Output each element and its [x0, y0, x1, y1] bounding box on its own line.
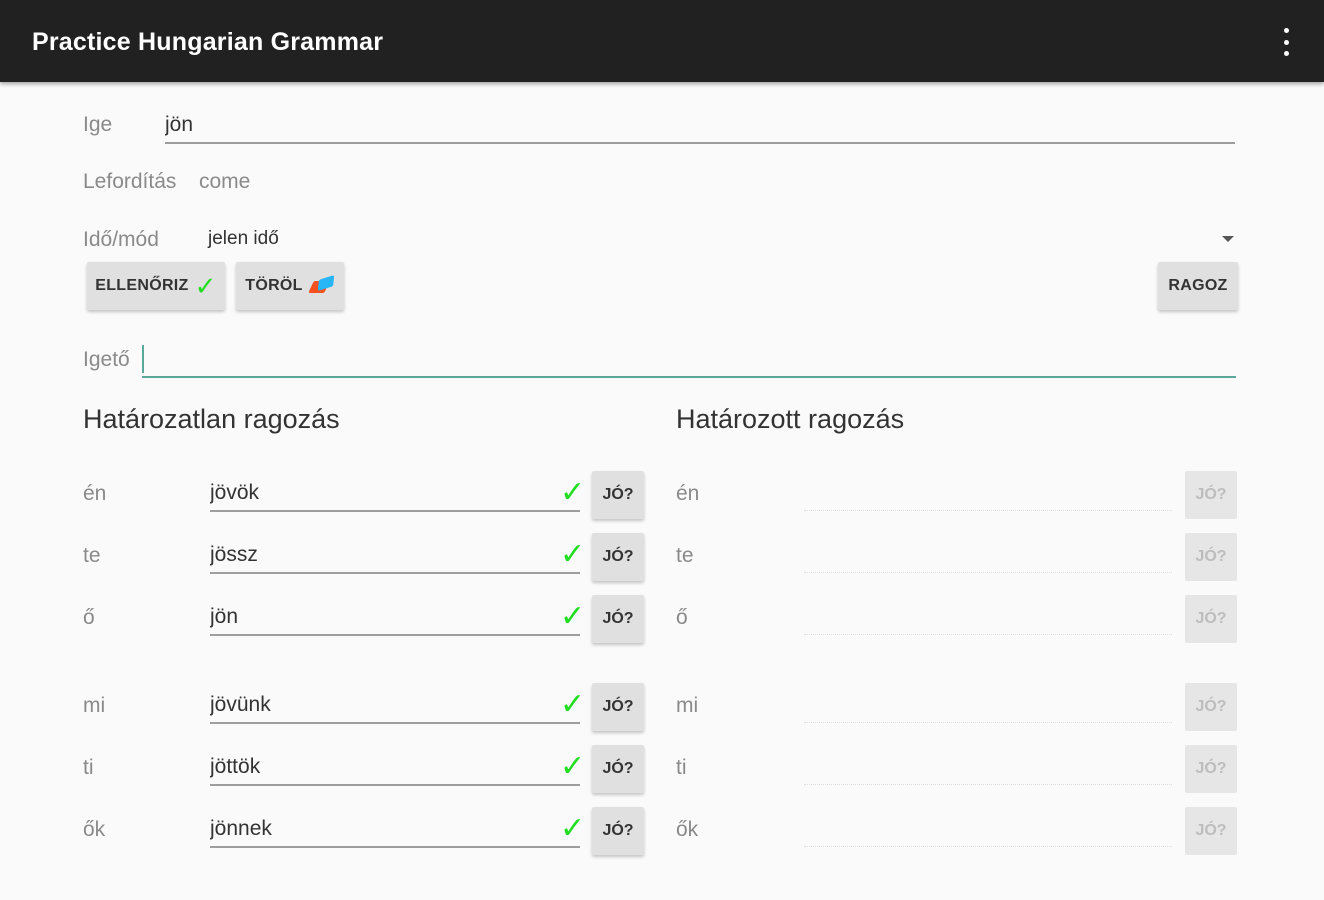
stem-label: Igető — [83, 348, 130, 371]
verify-button[interactable]: JÓ? — [592, 807, 644, 855]
conjugation-input — [804, 600, 1172, 635]
translation-label: Lefordítás — [83, 170, 177, 193]
verify-button: JÓ? — [1185, 533, 1237, 581]
conjugation-input[interactable] — [210, 750, 580, 786]
eraser-icon — [307, 274, 335, 297]
pronoun-label: te — [676, 544, 694, 567]
pronoun-label: ők — [676, 818, 699, 841]
conjugate-button-label: RAGOZ — [1168, 277, 1228, 294]
check-button-label: ELLENŐRIZ — [95, 277, 189, 294]
pronoun-label: én — [676, 482, 700, 505]
conjugate-button[interactable]: RAGOZ — [1158, 262, 1238, 310]
pronoun-label: ő — [676, 606, 688, 629]
more-vert-icon[interactable] — [1274, 28, 1298, 56]
verify-button: JÓ? — [1185, 471, 1237, 519]
pronoun-label: ti — [83, 756, 94, 779]
indefinite-title: Határozatlan ragozás — [83, 404, 340, 434]
dropdown-arrow-icon — [1222, 236, 1234, 242]
pronoun-label: ő — [83, 606, 95, 629]
pronoun-label: én — [83, 482, 107, 505]
check-button[interactable]: ELLENŐRIZ ✓ — [87, 262, 225, 310]
check-mark-icon: ✓ — [560, 812, 586, 845]
check-mark-icon: ✓ — [194, 271, 217, 301]
verify-button[interactable]: JÓ? — [592, 683, 644, 731]
tense-dropdown[interactable]: jelen idő — [208, 222, 1238, 256]
check-mark-icon: ✓ — [560, 538, 586, 571]
pronoun-label: te — [83, 544, 101, 567]
conjugation-input[interactable] — [210, 688, 580, 724]
conjugation-input[interactable] — [210, 538, 580, 574]
verify-button[interactable]: JÓ? — [592, 471, 644, 519]
conjugation-input — [804, 812, 1172, 847]
verify-button[interactable]: JÓ? — [592, 533, 644, 581]
clear-button-label: TÖRÖL — [245, 277, 303, 294]
pronoun-label: mi — [676, 694, 699, 717]
app-bar: Practice Hungarian Grammar — [0, 0, 1324, 82]
check-mark-icon: ✓ — [560, 600, 586, 633]
verb-label: Ige — [83, 113, 113, 136]
pronoun-label: mi — [83, 694, 106, 717]
app-title: Practice Hungarian Grammar — [32, 28, 384, 56]
conjugation-input — [804, 476, 1172, 511]
conjugation-input[interactable] — [210, 476, 580, 512]
stem-input[interactable] — [142, 342, 1236, 378]
conjugation-input — [804, 688, 1172, 723]
verify-button: JÓ? — [1185, 745, 1237, 793]
tense-selected-value: jelen idő — [208, 228, 279, 249]
conjugation-input — [804, 750, 1172, 785]
conjugation-input[interactable] — [210, 812, 580, 848]
text-cursor — [142, 345, 144, 373]
translation-value: come — [199, 170, 251, 193]
tense-label: Idő/mód — [83, 228, 159, 251]
pronoun-label: ti — [676, 756, 687, 779]
clear-button[interactable]: TÖRÖL — [236, 262, 344, 310]
check-mark-icon: ✓ — [560, 688, 586, 721]
check-mark-icon: ✓ — [560, 476, 586, 509]
conjugation-input — [804, 538, 1172, 573]
verify-button[interactable]: JÓ? — [592, 595, 644, 643]
definite-title: Határozott ragozás — [676, 404, 905, 434]
verify-button[interactable]: JÓ? — [592, 745, 644, 793]
pronoun-label: ők — [83, 818, 106, 841]
verify-button: JÓ? — [1185, 807, 1237, 855]
check-mark-icon: ✓ — [560, 750, 586, 783]
verb-input[interactable] — [165, 108, 1235, 144]
verify-button: JÓ? — [1185, 683, 1237, 731]
conjugation-input[interactable] — [210, 600, 580, 636]
verify-button: JÓ? — [1185, 595, 1237, 643]
